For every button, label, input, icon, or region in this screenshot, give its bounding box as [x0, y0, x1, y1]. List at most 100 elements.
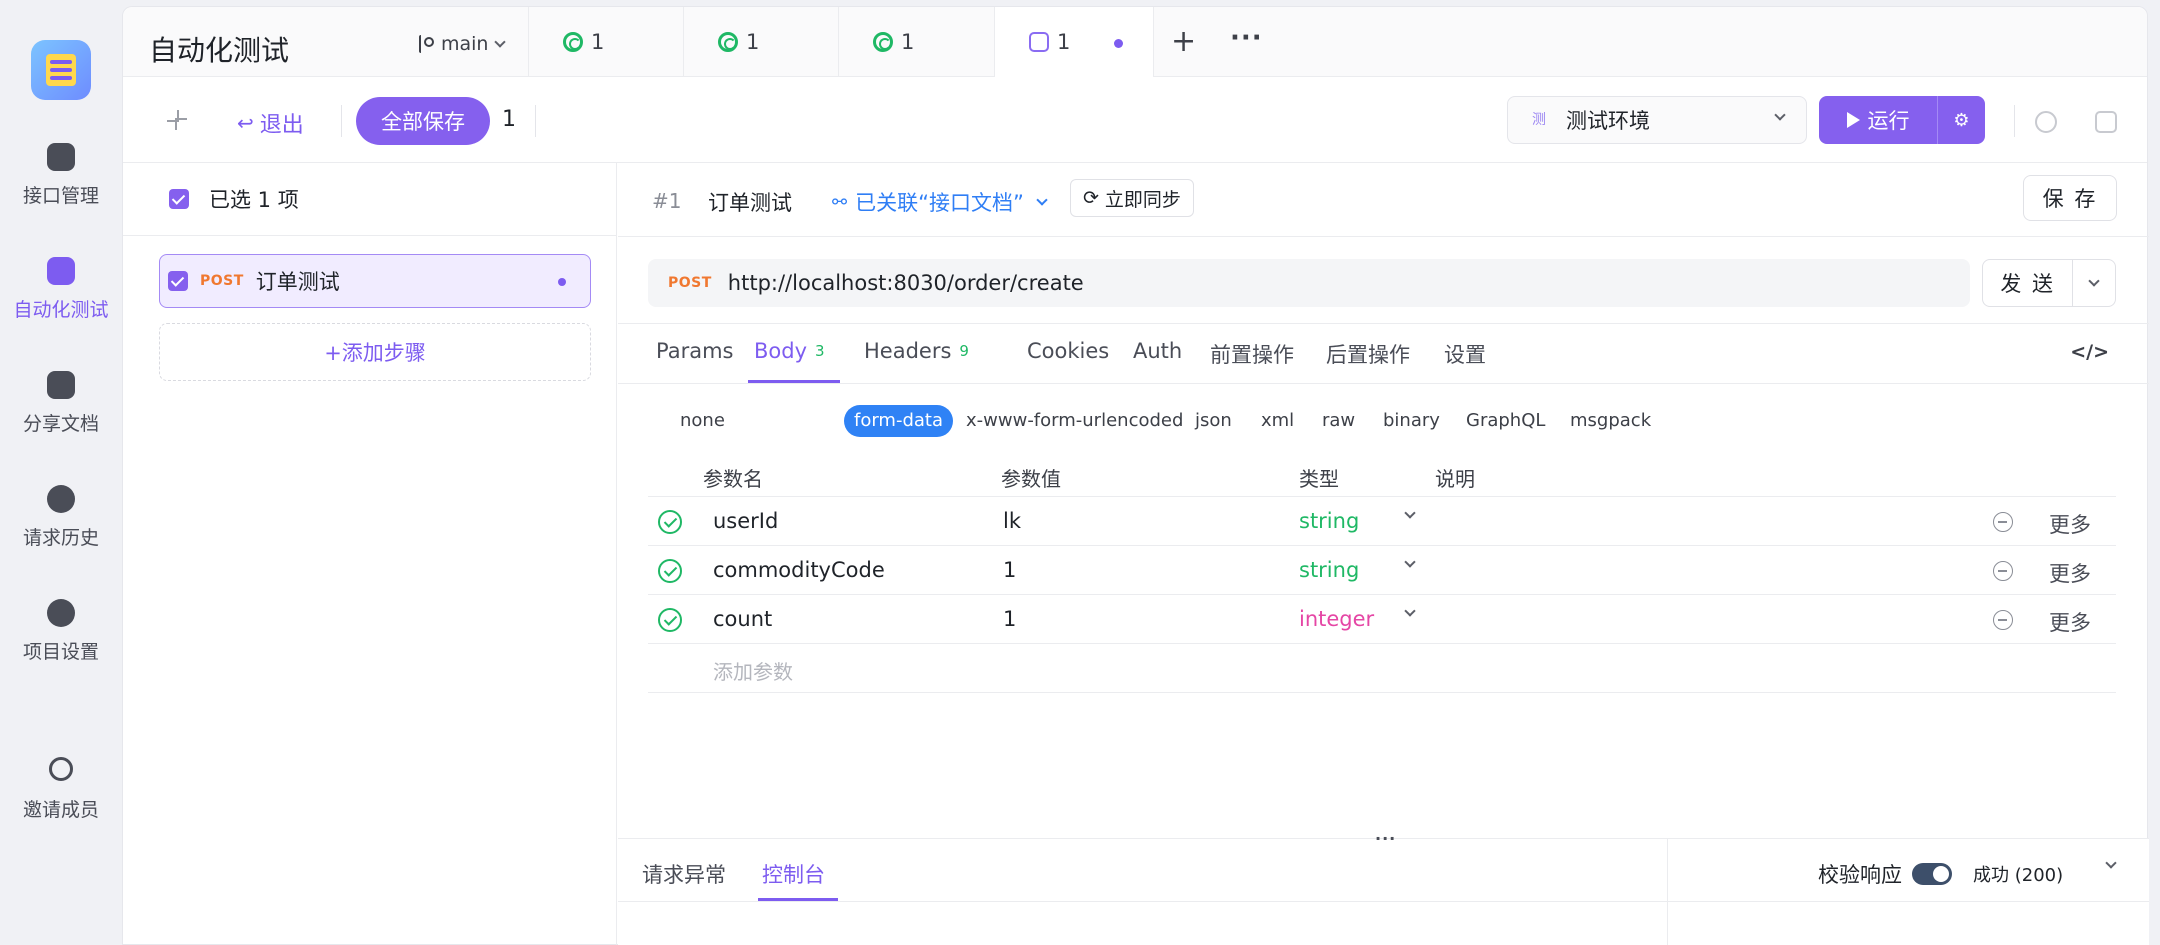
param-type[interactable]: string: [1299, 509, 1359, 533]
method-badge: POST: [200, 273, 244, 289]
divider: [341, 105, 342, 137]
send-button[interactable]: 发 送: [1983, 260, 2072, 306]
code-icon[interactable]: </>: [2070, 341, 2109, 363]
body-type-none[interactable]: none: [680, 405, 725, 437]
sidebar-item-request-history[interactable]: 请求历史: [0, 485, 122, 575]
tab-body[interactable]: Body 3: [754, 339, 825, 363]
tab-params[interactable]: Params: [656, 339, 734, 363]
body-type-xml[interactable]: xml: [1261, 405, 1294, 437]
sidebar-item-invite-members[interactable]: 邀请成员: [0, 757, 122, 847]
sidebar-item-project-settings[interactable]: 项目设置: [0, 599, 122, 689]
chevron-down-icon[interactable]: [1404, 507, 1416, 519]
more-link[interactable]: 更多: [2049, 509, 2091, 539]
remove-icon[interactable]: [1993, 561, 2013, 581]
param-name[interactable]: count: [713, 607, 772, 631]
method-badge[interactable]: POST: [668, 275, 712, 291]
body-type-raw[interactable]: raw: [1322, 405, 1355, 437]
chevron-down-icon[interactable]: [1404, 605, 1416, 617]
collapse-icon[interactable]: [167, 110, 187, 130]
param-name[interactable]: commodityCode: [713, 558, 885, 582]
run-button[interactable]: 运行: [1819, 96, 1937, 144]
toggle-switch[interactable]: [1912, 863, 1952, 885]
tab-post-operations[interactable]: 后置操作: [1326, 339, 1410, 369]
chevron-down-icon[interactable]: [1404, 556, 1416, 568]
add-param-placeholder[interactable]: 添加参数: [713, 656, 793, 685]
tab-label: 设置: [1444, 343, 1486, 367]
new-tab-button[interactable]: +: [1171, 27, 1196, 57]
check-circle-icon[interactable]: [658, 559, 682, 583]
tab-test-scenario[interactable]: 1: [995, 7, 1153, 77]
add-step-button[interactable]: +添加步骤: [159, 323, 591, 381]
send-options-button[interactable]: [2073, 260, 2115, 306]
save-button[interactable]: 保 存: [2023, 175, 2117, 221]
selection-summary: 已选 1 项: [123, 163, 617, 236]
url-bar[interactable]: POST http://localhost:8030/order/create: [648, 259, 1970, 307]
linked-doc-dropdown[interactable]: ⚯ 已关联“接口文档”: [832, 187, 1048, 217]
selection-count-text: 已选 1 项: [209, 188, 299, 212]
param-value[interactable]: lk: [1003, 509, 1021, 533]
api-icon: [47, 143, 75, 171]
test-case-icon: [873, 32, 893, 52]
add-param-row[interactable]: 添加参数: [648, 644, 2116, 693]
run-settings-icon[interactable]: ⚙: [1938, 96, 1985, 144]
sync-now-button[interactable]: ⟳ 立即同步: [1070, 179, 1194, 217]
remove-icon[interactable]: [1993, 610, 2013, 630]
body-type-binary[interactable]: binary: [1383, 405, 1440, 437]
tab-headers[interactable]: Headers 9: [864, 339, 969, 363]
body-type-selector: none form-data x-www-form-urlencoded jso…: [618, 399, 2149, 439]
body-type-form-data[interactable]: form-data: [844, 405, 954, 437]
left-sidebar: 接口管理 自动化测试 分享文档 请求历史 项目设置 邀请成员: [0, 0, 122, 945]
param-type[interactable]: string: [1299, 558, 1359, 582]
sidebar-item-share-docs[interactable]: 分享文档: [0, 371, 122, 461]
select-all-checkbox[interactable]: [169, 189, 189, 209]
branch-selector[interactable]: main: [419, 33, 507, 55]
check-circle-icon[interactable]: [658, 510, 682, 534]
body-type-graphql[interactable]: GraphQL: [1466, 405, 1545, 437]
param-value[interactable]: 1: [1003, 607, 1016, 631]
tab-request-errors[interactable]: 请求异常: [642, 859, 726, 889]
check-circle-icon[interactable]: [658, 608, 682, 632]
more-link[interactable]: 更多: [2049, 607, 2091, 637]
url-input[interactable]: http://localhost:8030/order/create: [728, 271, 1084, 295]
step-item[interactable]: POST 订单测试: [159, 254, 591, 308]
save-all-button[interactable]: 全部保存: [356, 97, 490, 145]
app-logo[interactable]: [31, 40, 91, 100]
param-name[interactable]: userId: [713, 509, 778, 533]
step-number: #1: [652, 189, 682, 213]
send-button-group: 发 送: [1982, 259, 2116, 307]
more-tabs-button[interactable]: ···: [1230, 23, 1263, 53]
history-icon[interactable]: [2035, 111, 2057, 133]
tab-bar: 自动化测试 main 1 1 1 1 + ···: [123, 7, 2147, 77]
chevron-down-icon: [494, 36, 507, 48]
tab-pre-operations[interactable]: 前置操作: [1210, 339, 1294, 369]
tab-test-case-3[interactable]: 1: [839, 7, 993, 77]
tab-label: Auth: [1133, 339, 1183, 363]
tab-settings[interactable]: 设置: [1444, 339, 1486, 369]
tab-cookies[interactable]: Cookies: [1027, 339, 1109, 363]
tab-auth[interactable]: Auth: [1133, 339, 1182, 363]
param-value[interactable]: 1: [1003, 558, 1016, 582]
resize-handle-icon[interactable]: ···: [1375, 829, 1396, 848]
params-table: 参数名 参数值 类型 说明 userId lk string 更多 commod…: [648, 453, 2116, 693]
column-header: 参数名: [703, 467, 763, 491]
param-type[interactable]: integer: [1299, 607, 1374, 631]
environment-select[interactable]: 测 测试环境: [1507, 96, 1807, 144]
tab-console[interactable]: 控制台: [762, 859, 825, 889]
step-title[interactable]: 订单测试: [708, 187, 792, 217]
remove-icon[interactable]: [1993, 512, 2013, 532]
step-checkbox[interactable]: [168, 271, 188, 291]
exit-button[interactable]: ↩ 退出: [237, 107, 304, 139]
chevron-down-icon: [2088, 275, 2100, 287]
chevron-down-icon[interactable]: [2105, 857, 2117, 869]
more-link[interactable]: 更多: [2049, 558, 2091, 588]
sync-label: 立即同步: [1104, 188, 1181, 211]
sidebar-item-automation-test[interactable]: 自动化测试: [0, 257, 122, 347]
sidebar-item-api-management[interactable]: 接口管理: [0, 143, 122, 233]
tab-test-case-2[interactable]: 1: [684, 7, 838, 77]
verify-response-toggle[interactable]: 校验响应: [1818, 859, 1952, 889]
body-type-x-www-form-urlencoded[interactable]: x-www-form-urlencoded: [966, 405, 1183, 437]
body-type-msgpack[interactable]: msgpack: [1570, 405, 1651, 437]
copy-icon[interactable]: [2095, 111, 2117, 133]
tab-test-case-1[interactable]: 1: [529, 7, 683, 77]
body-type-json[interactable]: json: [1195, 405, 1232, 437]
